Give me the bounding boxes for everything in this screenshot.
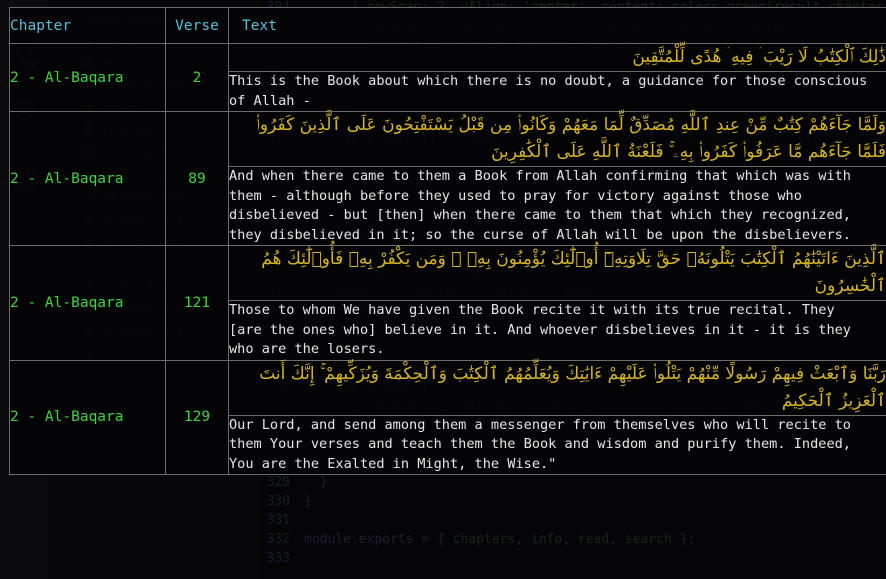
cell-arabic-text: ذَٰلِكَ ٱلْكِتَٰبُ لَا رَيْبَ ۛ فِيهِ ۛ … <box>228 43 886 72</box>
cell-english-text: And when there came to them a Book from … <box>228 166 886 246</box>
column-header-verse: Verse <box>165 7 229 44</box>
cell-arabic-text: رَبَّنَا وَٱبْعَثْ فِيهِمْ رَسُولًا مِّن… <box>228 359 886 416</box>
code-line: 332 module.exports = { chapters, info, re… <box>260 530 696 549</box>
line-number: 332 <box>266 532 290 547</box>
cell-english-text: This is the Book about which there is no… <box>228 71 886 112</box>
code-line: 329 } <box>260 473 328 492</box>
line-number: 329 <box>266 475 290 490</box>
cell-english-text: Our Lord, and send among them a messenge… <box>228 414 886 475</box>
table-row: 2 - Al-Baqara 89 وَلَمَّا جَآءَهُمْ كِتَٰب… <box>9 111 886 246</box>
table-body: 2 - Al-Baqara 2 ذَٰلِكَ ٱلْكِتَٰبُ لَا رَي… <box>9 43 886 475</box>
line-number: 330 <box>266 494 290 509</box>
cell-chapter: 2 - Al-Baqara <box>9 43 166 112</box>
cell-verse: 2 <box>165 43 229 112</box>
search-results-table: Chapter Verse Text 2 - Al-Baqara 2 ذَٰلِكَ… <box>9 7 886 475</box>
code-line: 330} <box>260 492 312 511</box>
cell-verse: 129 <box>165 359 229 475</box>
cell-verse: 121 <box>165 245 229 361</box>
code-line: 333 <box>260 549 304 568</box>
line-number: 333 <box>266 551 290 566</box>
cell-arabic-text: وَلَمَّا جَآءَهُمْ كِتَٰبٌ مِّنْ عِندِ ٱ… <box>228 111 886 167</box>
table-header-row: Chapter Verse Text <box>9 7 886 44</box>
table-row: 2 - Al-Baqara 2 ذَٰلِكَ ٱلْكِتَٰبُ لَا رَي… <box>9 43 886 112</box>
cell-chapter: 2 - Al-Baqara <box>9 359 166 475</box>
code-line: 331 <box>260 511 304 530</box>
table-header: Chapter Verse Text <box>9 7 886 44</box>
table-row: 2 - Al-Baqara 121 ٱلَّذِينَ ءَاتَيْنَٰهُمُ… <box>9 245 886 361</box>
cell-arabic-text: ٱلَّذِينَ ءَاتَيْنَٰهُمُ ٱلْكِتَٰبَ يَتْ… <box>228 245 886 301</box>
cell-chapter: 2 - Al-Baqara <box>9 245 166 361</box>
column-header-chapter: Chapter <box>9 7 166 44</box>
table-row: 2 - Al-Baqara 129 رَبَّنَا وَٱبْعَثْ فِيهِ… <box>9 359 886 475</box>
cell-verse: 89 <box>165 111 229 246</box>
column-header-text: Text <box>228 7 886 44</box>
cell-english-text: Those to whom We have given the Book rec… <box>228 300 886 361</box>
line-number: 331 <box>266 513 290 528</box>
cell-chapter: 2 - Al-Baqara <box>9 111 166 246</box>
